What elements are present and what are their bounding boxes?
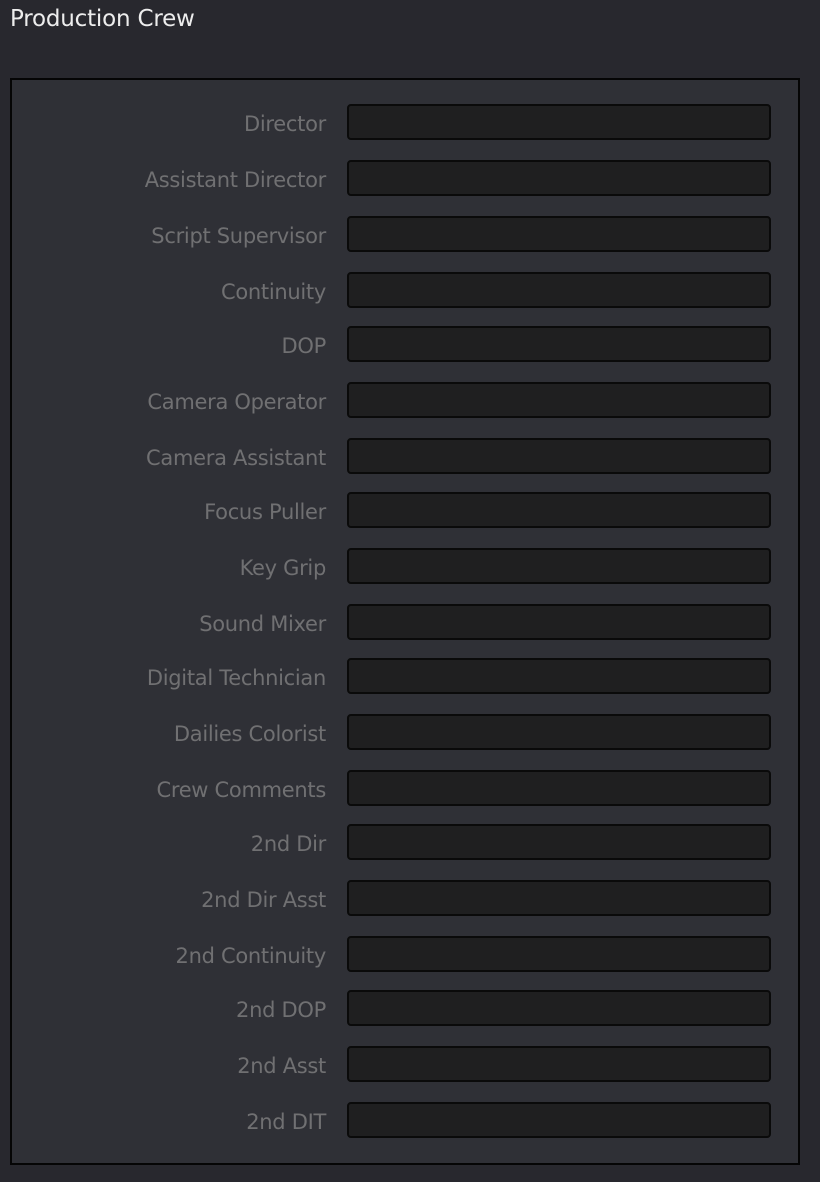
crew-field-row: Focus Puller (12, 492, 798, 532)
crew-field-input[interactable] (347, 548, 771, 584)
crew-field-input[interactable] (347, 714, 771, 750)
crew-field-row: DOP (12, 326, 798, 366)
crew-field-row: Continuity (12, 272, 798, 312)
crew-field-label: 2nd Dir (250, 832, 327, 856)
crew-field-row: Script Supervisor (12, 216, 798, 256)
crew-field-row: 2nd DIT (12, 1102, 798, 1142)
crew-field-row: Dailies Colorist (12, 714, 798, 754)
crew-field-input[interactable] (347, 936, 771, 972)
crew-field-row: 2nd Continuity (12, 936, 798, 976)
crew-field-row: Director (12, 104, 798, 144)
crew-field-label: Assistant Director (144, 168, 327, 192)
crew-field-input[interactable] (347, 382, 771, 418)
crew-field-input[interactable] (347, 160, 771, 196)
crew-field-input[interactable] (347, 438, 771, 474)
crew-field-label: 2nd Asst (237, 1054, 326, 1078)
crew-field-label: Camera Operator (147, 390, 326, 414)
crew-field-label: Sound Mixer (199, 612, 326, 636)
crew-fields-panel: Director Assistant Director Script Supervi… (10, 78, 800, 1165)
crew-field-row: 2nd Dir (12, 824, 798, 864)
crew-field-row: 2nd Asst (12, 1046, 798, 1086)
crew-field-input[interactable] (347, 216, 771, 252)
crew-field-label: Digital Technician (146, 666, 326, 690)
crew-field-label: Key Grip (239, 556, 327, 580)
section-title: Production Crew (10, 6, 195, 32)
crew-field-row: Camera Operator (12, 382, 798, 422)
crew-field-label: Continuity (220, 280, 326, 304)
crew-field-row: 2nd Dir Asst (12, 880, 798, 920)
crew-field-label: 2nd Continuity (175, 944, 327, 968)
crew-field-row: 2nd DOP (12, 990, 798, 1030)
crew-field-label: Camera Assistant (146, 446, 326, 470)
crew-field-input[interactable] (347, 658, 771, 694)
crew-field-input[interactable] (347, 824, 771, 860)
crew-field-input[interactable] (347, 604, 771, 640)
crew-field-input[interactable] (347, 990, 771, 1026)
crew-field-row: Key Grip (12, 548, 798, 588)
crew-field-label: Script Supervisor (151, 224, 326, 248)
crew-field-row: Assistant Director (12, 160, 798, 200)
crew-field-input[interactable] (347, 104, 771, 140)
crew-field-input[interactable] (347, 326, 771, 362)
crew-field-row: Sound Mixer (12, 604, 798, 644)
crew-field-row: Camera Assistant (12, 438, 798, 478)
crew-field-input[interactable] (347, 880, 771, 916)
crew-field-input[interactable] (347, 1046, 771, 1082)
crew-field-label: Focus Puller (204, 500, 326, 524)
crew-field-label: 2nd DIT (246, 1110, 326, 1134)
crew-field-input[interactable] (347, 492, 771, 528)
crew-field-label: DOP (281, 334, 327, 358)
crew-field-label: Director (244, 112, 326, 136)
crew-field-input[interactable] (347, 1102, 771, 1138)
crew-field-label: 2nd Dir Asst (201, 888, 326, 912)
crew-field-input[interactable] (347, 272, 771, 308)
crew-field-label: Dailies Colorist (173, 722, 326, 746)
crew-field-label: Crew Comments (156, 778, 326, 802)
crew-field-row: Crew Comments (12, 770, 798, 810)
crew-field-label: 2nd DOP (236, 998, 326, 1022)
crew-field-row: Digital Technician (12, 658, 798, 698)
crew-field-input[interactable] (347, 770, 771, 806)
